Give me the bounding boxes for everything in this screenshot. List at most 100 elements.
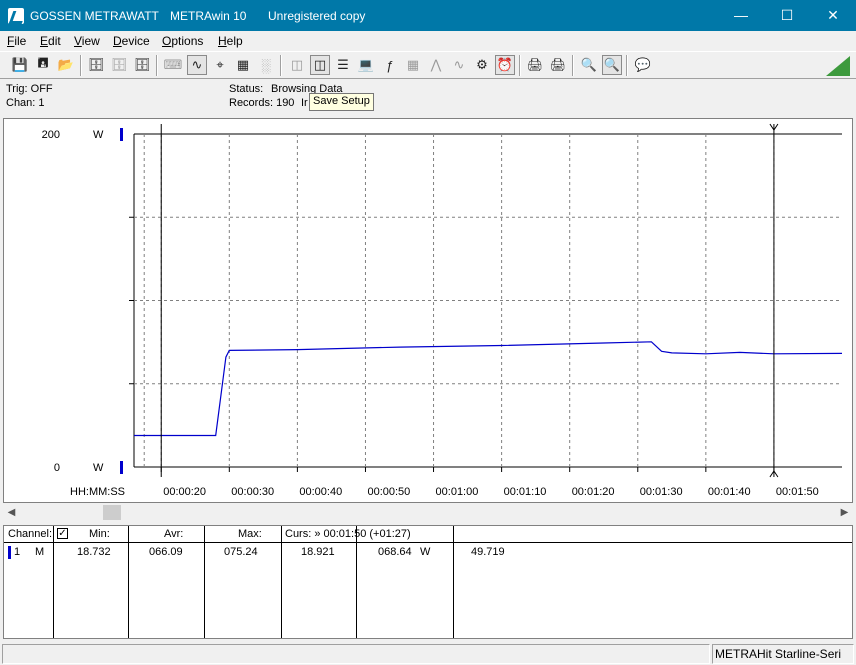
series-line <box>134 341 843 437</box>
menu-help[interactable]: Help <box>218 34 243 48</box>
header-min: Min: <box>89 528 110 540</box>
scroll-left-icon[interactable]: ◀ <box>3 504 20 521</box>
channel-mode: M <box>35 546 45 558</box>
new-icon[interactable]: 💾 <box>10 55 30 75</box>
zoom-wave-icon[interactable]: 🔍 <box>579 55 599 75</box>
crosshair-icon[interactable]: ⌖ <box>210 55 230 75</box>
list-icon[interactable]: ☰ <box>333 55 353 75</box>
x-tick-label: 00:01:40 <box>708 486 751 498</box>
y-unit-top-label: W <box>93 129 104 141</box>
close-button[interactable]: ✕ <box>810 0 856 31</box>
toolbar: 💾 🖪 📂 🗄 🗄 🗄 ⌨ ∿ ⌖ ▦ ░ ◫ ◫ ☰ 💻 ƒ ▦ ⋀ ∿ ⚙ … <box>0 51 856 79</box>
scroll-thumb[interactable] <box>103 505 121 520</box>
x-tick-label: 00:01:30 <box>640 486 683 498</box>
toolbar-separator <box>572 55 574 76</box>
status-label: Status: <box>229 83 264 95</box>
value-avr: 066.09 <box>149 546 183 558</box>
signal-icon[interactable]: ⋀ <box>426 55 446 75</box>
menu-device[interactable]: Device <box>113 34 150 48</box>
horizontal-scrollbar[interactable]: ◀ ▶ <box>3 504 853 521</box>
value-diff: 49.719 <box>471 546 505 558</box>
title-bar: GOSSEN METRAWATT METRAwin 10 Unregistere… <box>0 0 856 31</box>
x-tick-label: 00:01:10 <box>504 486 547 498</box>
menu-edit[interactable]: Edit <box>40 34 61 48</box>
channel-scale-marker-bottom <box>120 461 123 474</box>
zoom-settings-icon[interactable]: ⚙ <box>472 55 492 75</box>
channel-color-marker <box>8 546 11 559</box>
channel-checkbox[interactable]: ✓ <box>57 528 68 539</box>
header-avr: Avr: <box>164 528 184 540</box>
app-icon[interactable] <box>8 8 24 24</box>
channel-number: 1 <box>14 546 21 558</box>
column-divider <box>204 526 205 638</box>
status-area: Trig: OFF Chan: 1 Status: Browsing Data … <box>0 80 856 116</box>
column-divider <box>53 526 54 638</box>
toolbar-separator <box>280 55 282 76</box>
channel-scale-marker-top <box>120 128 123 141</box>
open-folder-icon[interactable]: 📂 <box>56 55 76 75</box>
records-suffix: Ir <box>301 97 308 109</box>
load-setup-icon[interactable]: ◫ <box>287 55 307 75</box>
x-tick-label: 00:00:40 <box>299 486 342 498</box>
header-channel: Channel: <box>8 528 53 540</box>
save-setup-icon[interactable]: ◫ <box>310 55 330 75</box>
x-tick-label: 00:01:00 <box>436 486 479 498</box>
scroll-right-icon[interactable]: ▶ <box>836 504 853 521</box>
toolbar-separator <box>156 55 158 76</box>
header-max: Max: <box>238 528 262 540</box>
tooltip: Save Setup <box>309 93 374 111</box>
chart-panel[interactable]: 200 W 0 W HH:MM:SS 00:00:20 00:00:30 00:00:40 00… <box>3 118 853 503</box>
print-icon[interactable]: 🖨 <box>525 55 545 75</box>
channel-table: Channel: ✓ Min: Avr: Max: Curs: » 00:01:… <box>3 525 853 639</box>
wave-icon[interactable]: ∿ <box>449 55 469 75</box>
title-license: Unregistered copy <box>268 9 366 23</box>
title-app: METRAwin 10 <box>170 9 247 23</box>
column-divider <box>128 526 129 638</box>
status-bar: METRAHit Starline-Seri <box>0 641 856 665</box>
save-icon[interactable]: 🖪 <box>33 55 53 75</box>
column-divider <box>453 526 454 638</box>
clock-icon[interactable]: ⏰ <box>495 55 515 75</box>
menu-file[interactable]: File <box>7 34 26 48</box>
keyboard-icon[interactable]: ⌨ <box>163 55 183 75</box>
value-unit: W <box>420 546 431 558</box>
column-divider <box>281 526 282 638</box>
value-cursor-2: 068.64 <box>378 546 412 558</box>
table-grid-icon[interactable]: ▦ <box>233 55 253 75</box>
x-tick-label: 00:01:20 <box>572 486 615 498</box>
computer-icon[interactable]: 💻 <box>356 55 376 75</box>
bar-chart-icon[interactable]: ░ <box>256 55 276 75</box>
waveform-icon[interactable]: ∿ <box>187 55 207 75</box>
print-preview-icon[interactable]: 🖨 <box>548 55 568 75</box>
minimize-button[interactable]: — <box>718 0 764 31</box>
header-cursor: Curs: » 00:01:50 (+01:27) <box>285 528 411 540</box>
zoom-cursor-icon[interactable]: 🔍 <box>602 55 622 75</box>
status-pane-device: METRAHit Starline-Seri <box>712 644 854 664</box>
menu-options[interactable]: Options <box>162 34 203 48</box>
device-2-icon[interactable]: 🗄 <box>109 55 129 75</box>
x-tick-label: 00:01:50 <box>776 486 819 498</box>
device-name: METRAHit Starline-Seri <box>715 647 842 661</box>
x-tick-label: 00:00:20 <box>163 486 206 498</box>
trigger-status: Trig: OFF <box>6 83 53 95</box>
records-count: Records: 190 <box>229 97 295 109</box>
chart[interactable]: 200 W 0 W HH:MM:SS 00:00:20 00:00:30 00:00:40 00… <box>4 119 852 502</box>
menu-view[interactable]: View <box>74 34 100 48</box>
device-3-icon[interactable]: 🗄 <box>132 55 152 75</box>
function-icon[interactable]: ƒ <box>380 55 400 75</box>
help-balloon-icon[interactable]: 💬 <box>633 55 653 75</box>
toolbar-separator <box>519 55 521 76</box>
toolbar-separator <box>626 55 628 76</box>
channel-status: Chan: 1 <box>6 97 45 109</box>
value-max: 075.24 <box>224 546 258 558</box>
status-pane-main <box>2 644 710 664</box>
maximize-button[interactable]: ☐ <box>764 0 810 31</box>
device-icon[interactable]: 🗄 <box>86 55 106 75</box>
y-unit-bottom-label: W <box>93 462 104 474</box>
brand-triangle-icon <box>826 56 850 76</box>
y-min-label: 0 <box>54 462 60 474</box>
title-company: GOSSEN METRAWATT <box>30 9 159 23</box>
memory-icon[interactable]: ▦ <box>403 55 423 75</box>
toolbar-separator <box>80 55 82 76</box>
table-header <box>4 526 852 543</box>
